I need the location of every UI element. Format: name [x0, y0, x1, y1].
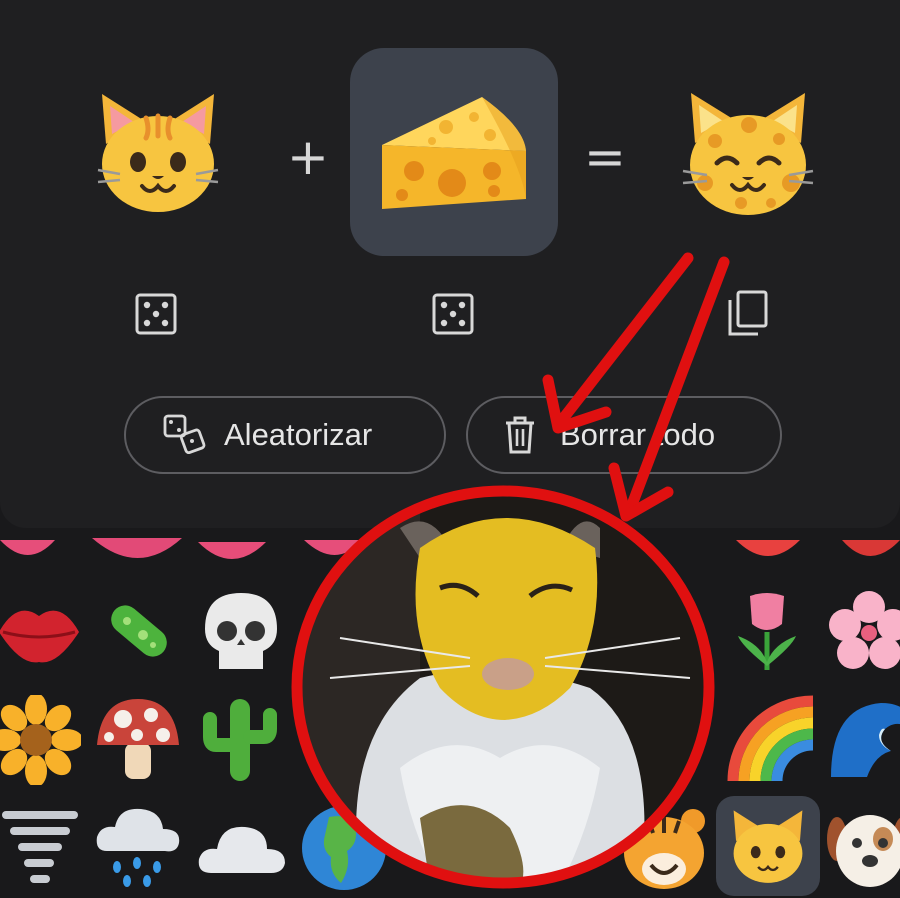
heart-icon: [736, 540, 800, 556]
grid-emoji-rainbow[interactable]: [722, 690, 818, 786]
skull-icon: [205, 593, 277, 669]
cloud-icon: [198, 826, 285, 873]
cheese-wedge-icon: [382, 97, 526, 209]
grid-emoji-cloud[interactable]: [194, 800, 290, 896]
cat-face-icon: [97, 94, 219, 212]
copy-icon: [728, 290, 768, 336]
lips-icon: [0, 610, 79, 663]
grid-emoji-cherry-blossom[interactable]: [824, 586, 900, 676]
heart-icon: [0, 540, 55, 555]
grid-emoji-cat-face-selected[interactable]: [716, 796, 820, 896]
rainbow-icon: [727, 695, 814, 782]
emoji-kitchen-panel: + = Aleatorizar Borrar todo: [0, 0, 900, 528]
grid-emoji-mushroom[interactable]: [90, 690, 186, 786]
grid-emoji-tornado[interactable]: [0, 800, 88, 896]
grid-emoji-sunflower[interactable]: [0, 692, 84, 788]
rain-cloud-icon: [96, 808, 180, 887]
randomize-label: Aleatorizar: [224, 417, 373, 452]
randomize-left-button[interactable]: [132, 290, 180, 338]
grid-emoji-rain-cloud[interactable]: [90, 798, 186, 894]
cheese-cat-icon: [682, 93, 814, 215]
dice-icon: [432, 293, 474, 335]
dice-icon: [135, 293, 177, 335]
heart-icon: [92, 538, 182, 558]
copy-result-button[interactable]: [722, 288, 772, 338]
dog-face-icon: [827, 815, 900, 887]
dice-pair-icon: [162, 413, 206, 457]
right-emoji-slot[interactable]: [350, 48, 558, 256]
microbe-icon: [111, 605, 167, 657]
cactus-icon: [203, 699, 277, 781]
grid-emoji-wave[interactable]: [824, 690, 900, 786]
trash-icon: [498, 413, 542, 457]
cherry-blossom-icon: [829, 591, 900, 669]
randomize-button[interactable]: Aleatorizar: [124, 396, 446, 474]
sunflower-icon: [0, 695, 81, 785]
grid-emoji-tulip[interactable]: [722, 584, 812, 674]
clear-all-button[interactable]: Borrar todo: [466, 396, 782, 474]
cat-face-icon: [733, 810, 803, 883]
heart-icon: [842, 540, 900, 556]
clear-all-label: Borrar todo: [560, 417, 716, 452]
grid-emoji-lips[interactable]: [0, 588, 84, 678]
grid-emoji-skull[interactable]: [196, 586, 286, 676]
plus-sign: +: [287, 128, 329, 186]
equals-sign: =: [584, 128, 626, 186]
randomize-right-button[interactable]: [429, 290, 477, 338]
cat-with-cheese-photo: [300, 488, 710, 886]
grid-emoji-microbe[interactable]: [94, 586, 184, 676]
grid-emoji-dog-face[interactable]: [822, 800, 900, 896]
grid-emoji-cactus[interactable]: [194, 692, 286, 784]
left-emoji-slot[interactable]: [78, 72, 238, 232]
tulip-icon: [738, 593, 796, 670]
wave-icon: [831, 703, 900, 777]
result-emoji-slot[interactable]: [668, 72, 828, 232]
tornado-icon: [2, 811, 78, 883]
mushroom-icon: [97, 699, 179, 779]
heart-icon: [198, 542, 266, 559]
